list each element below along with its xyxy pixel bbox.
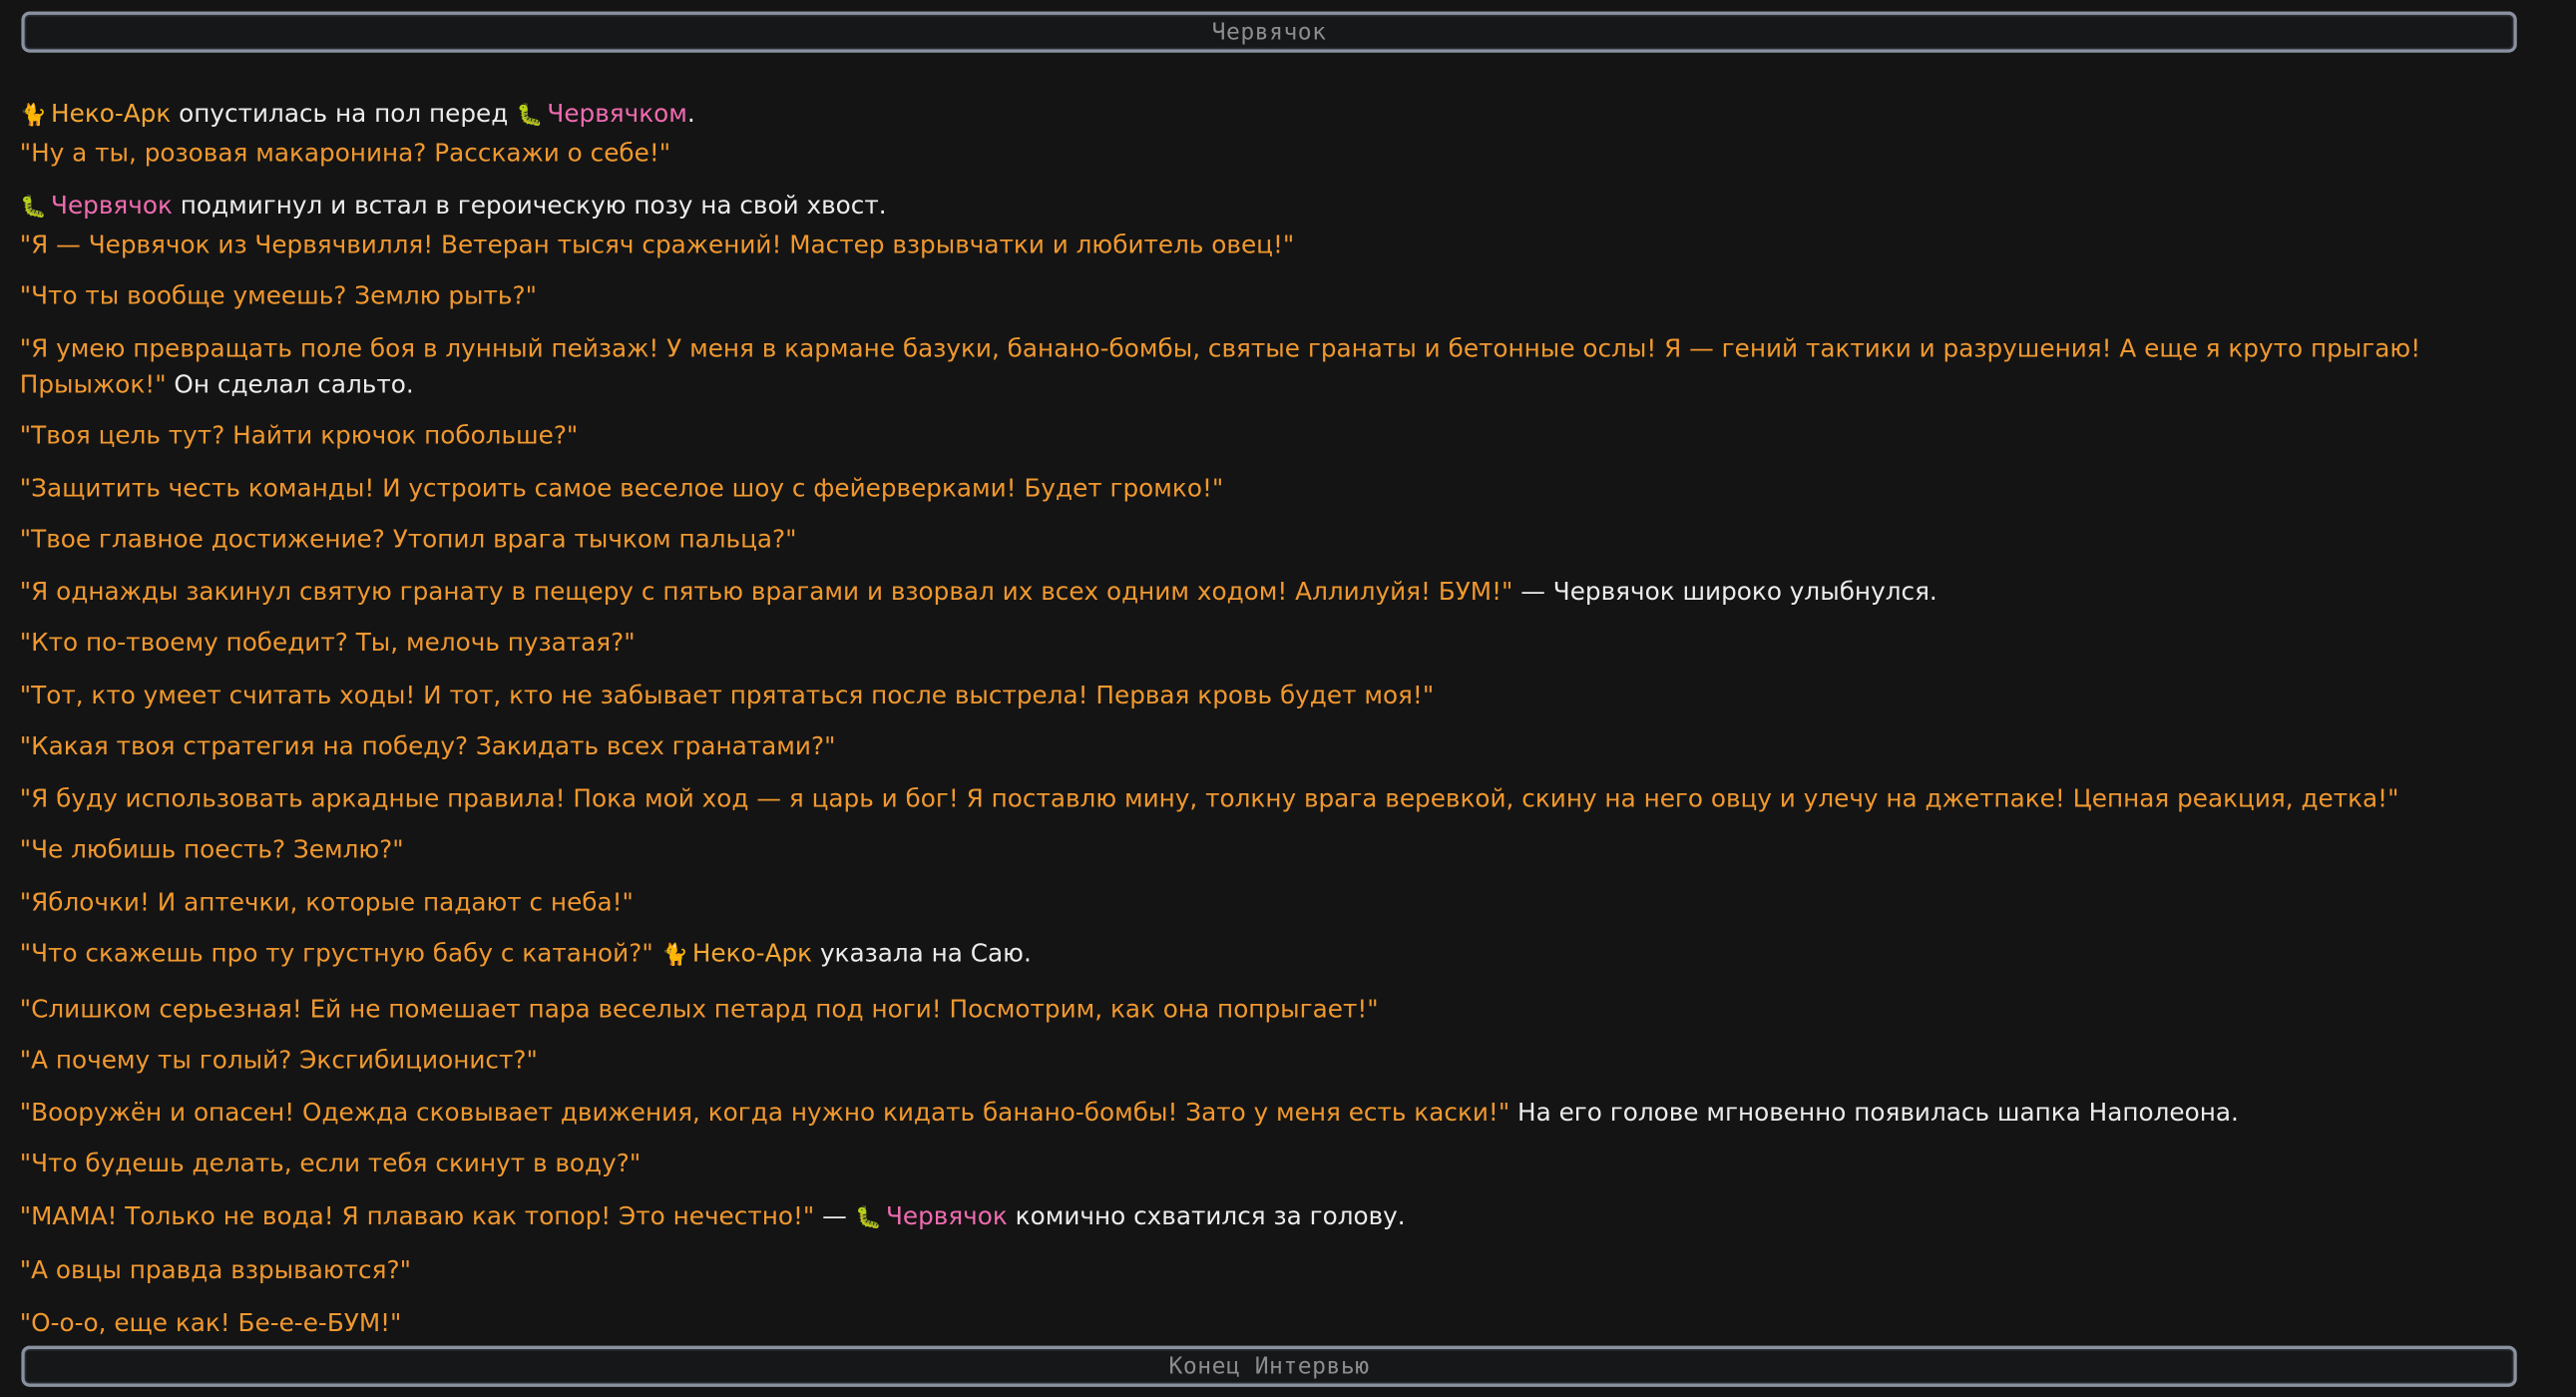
narration-text: комично схватился за голову. — [1007, 1199, 1406, 1230]
header-title: Червячок — [1211, 18, 1327, 46]
character-name-worm: Червячок — [885, 1199, 1008, 1230]
message-17: "А почему ты голый? Эксгибиционист?" — [19, 1045, 538, 1075]
narration-text: подмигнул и встал в героическую позу на … — [172, 190, 887, 220]
message-21: "А овцы правда взрываются?" — [19, 1255, 411, 1285]
quote-text: "Что скажешь про ту грустную бабу с ката… — [19, 938, 653, 968]
message-13: "Че любишь поесть? Землю?" — [19, 834, 404, 865]
quote-text: "Вооружён и опасен! Одежда сковывает дви… — [19, 1097, 1510, 1127]
chat-view: Червячок 🐈 Неко-Арк опустилась на пол пер… — [0, 0, 2576, 1397]
quote-text: "Ну а ты, розовая макаронина? Расскажи о… — [19, 138, 671, 168]
message-16: "Слишком серьезная! Ей не помешает пара … — [19, 993, 1379, 1024]
message-1: 🐈 Неко-Арк опустилась на пол перед 🐛 Червя… — [20, 96, 2497, 172]
narration-text: . — [686, 98, 695, 129]
worm-icon: 🐛 — [20, 195, 48, 220]
worm-icon: 🐛 — [516, 103, 544, 129]
message-20: "МАМА! Только не вода! Я плаваю как топо… — [20, 1197, 2497, 1237]
quote-text: "Я — Червячок из Червячвилля! Ветеран ты… — [19, 229, 1295, 259]
narration-text: На его голове мгновенно появилась шапка … — [1509, 1097, 2239, 1127]
message-3: "Что ты вообще умеешь? Землю рыть?" — [19, 280, 537, 311]
message-9: "Кто по-твоему победит? Ты, мелочь пузат… — [19, 628, 636, 658]
message-10: "Тот, кто умеет считать ходы! И тот, кто… — [19, 679, 1435, 709]
message-5: "Твоя цель тут? Найти крючок побольше?" — [19, 420, 579, 451]
character-name-neko: Неко-Арк — [691, 938, 813, 968]
narration-text: указала на Саю. — [812, 938, 1032, 968]
message-4: "Я умею превращать поле боя в лунный пей… — [20, 329, 2497, 401]
message-8: "Я однажды закинул святую гранату в пеще… — [20, 573, 2497, 609]
character-name-worm: Червячком — [547, 98, 687, 129]
message-12: "Я буду использовать аркадные правила! П… — [19, 782, 2399, 813]
narration-text: — Червячок широко улыбнулся. — [1512, 576, 1937, 606]
message-18: "Вооружён и опасен! Одежда сковывает дви… — [20, 1094, 2497, 1130]
narration-text: Он сделал сальто. — [166, 368, 414, 399]
footer-banner: Конец Интервью — [21, 1345, 2517, 1387]
worm-icon: 🐛 — [855, 1204, 882, 1230]
cat-icon: 🐈 — [661, 943, 688, 968]
footer-title: Конец Интервью — [1168, 1353, 1370, 1380]
cat-icon: 🐈 — [20, 103, 48, 129]
character-name-neko: Неко-Арк — [51, 98, 172, 129]
message-22: "О-о-о, еще как! Бе-е-е-БУМ!" — [19, 1306, 402, 1337]
narration-text: опустилась на пол перед — [171, 98, 517, 129]
message-15: "Что скажешь про ту грустную бабу с ката… — [20, 935, 2497, 975]
header-banner: Червячок — [21, 11, 2517, 53]
message-2: 🐛 Червячок подмигнул и встал в героическу… — [20, 187, 2497, 262]
narration-text: — — [814, 1199, 855, 1230]
message-11: "Какая твоя стратегия на победу? Закидат… — [19, 730, 836, 761]
message-19: "Что будешь делать, если тебя скинут в в… — [19, 1149, 642, 1178]
message-log: 🐈 Неко-Арк опустилась на пол перед 🐛 Червя… — [20, 96, 2497, 1356]
character-name-worm: Червячок — [51, 190, 173, 220]
message-6: "Защитить честь команды! И устроить само… — [19, 472, 1224, 503]
quote-text: "МАМА! Только не вода! Я плаваю как топо… — [19, 1199, 815, 1230]
message-7: "Твое главное достижение? Утопил врага т… — [19, 524, 797, 554]
quote-text: "Я однажды закинул святую гранату в пеще… — [19, 576, 1513, 606]
message-14: "Яблочки! И аптечки, которые падают с не… — [19, 886, 634, 917]
